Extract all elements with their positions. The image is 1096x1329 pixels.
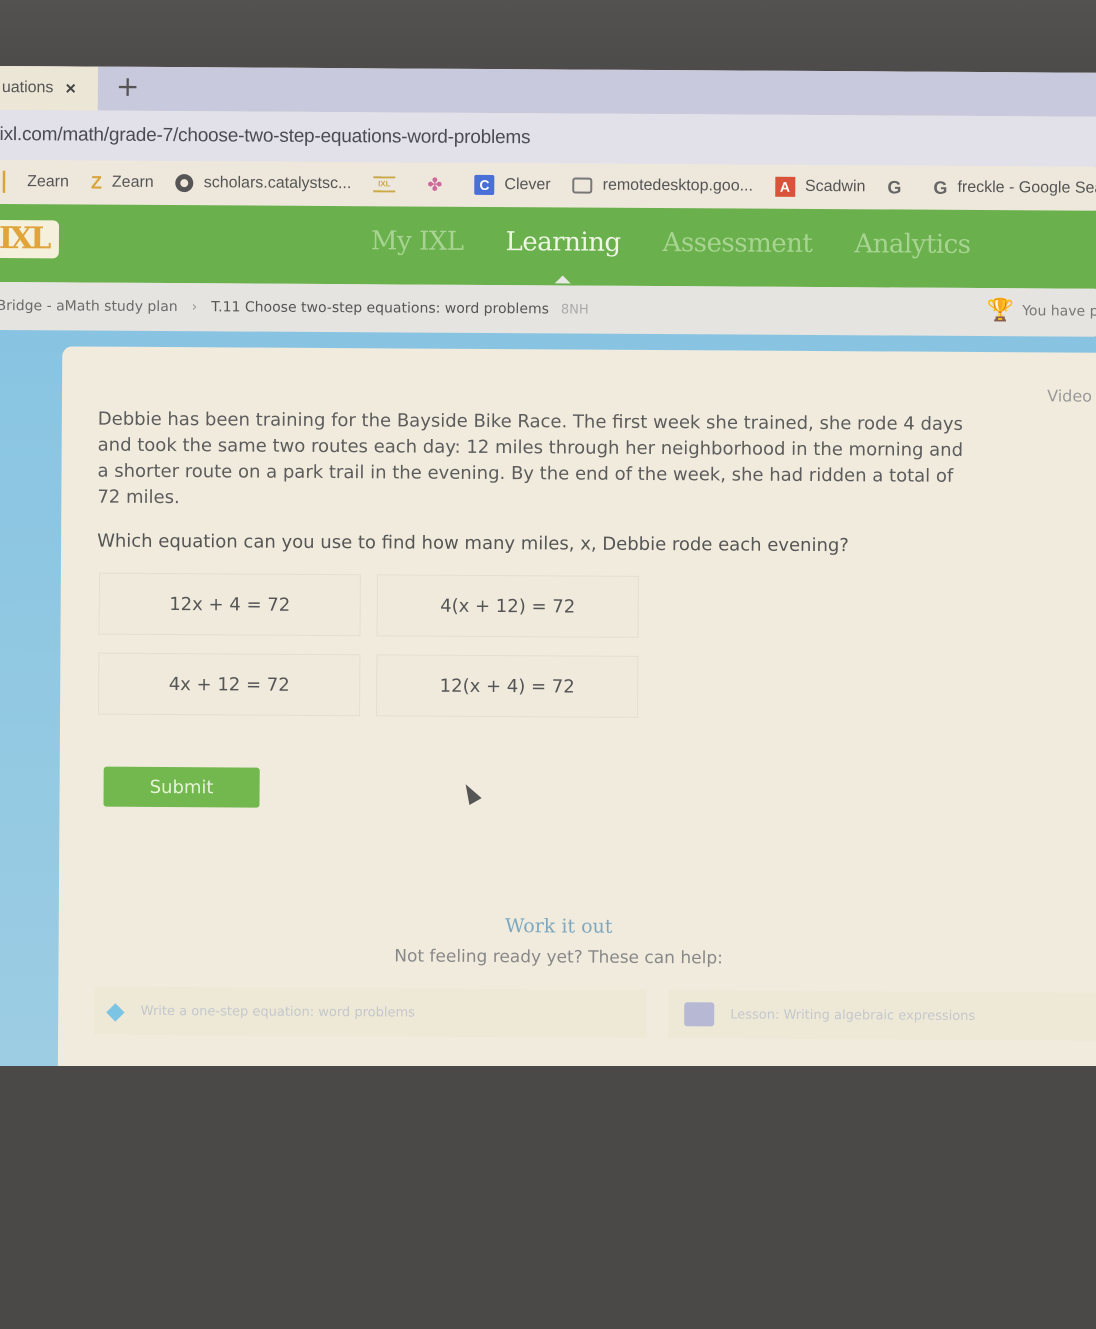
- answer-choice[interactable]: 12(x + 4) = 72: [376, 654, 639, 718]
- trophy-icon: 🏆: [986, 298, 1015, 324]
- main-nav: My IXL Learning Assessment Analytics: [371, 226, 1013, 284]
- monitor-bezel-bottom: [0, 1066, 1096, 1329]
- nav-assessment[interactable]: Assessment: [662, 228, 812, 259]
- clever-icon: C: [474, 174, 495, 196]
- close-tab-icon[interactable]: ×: [65, 78, 76, 99]
- help-resource-label: Write a one-step equation: word problems: [140, 1003, 415, 1021]
- ixl-icon: IXL: [373, 176, 396, 193]
- question-card: Video Debbie has been training for the B…: [57, 346, 1096, 1073]
- remote-desktop-icon: [572, 177, 593, 194]
- globe-icon: [175, 174, 194, 193]
- nav-label: Analytics: [854, 229, 971, 260]
- bookmark-pinwheel[interactable]: ✤: [427, 174, 452, 195]
- browser-tab[interactable]: uations ×: [0, 66, 98, 111]
- zearn-icon: Z: [90, 172, 102, 193]
- bookmark-label: Scadwin: [804, 177, 866, 196]
- help-resource-skill[interactable]: ◆ Write a one-step equation: word proble…: [94, 986, 647, 1038]
- bookmark-remotedesktop[interactable]: remotedesktop.goo...: [572, 176, 754, 196]
- award-notice[interactable]: 🏆 You have p: [987, 298, 1096, 324]
- pinwheel-icon: ✤: [427, 174, 443, 195]
- breadcrumb-study-plan[interactable]: Bridge - aMath study plan: [0, 298, 178, 315]
- breadcrumb: Bridge - aMath study plan › T.11 Choose …: [0, 281, 1096, 337]
- bookmark-zearn-1[interactable]: ▏ Zearn: [3, 172, 69, 193]
- problem-text: Debbie has been training for the Bayside…: [97, 408, 964, 509]
- work-it-out-title: Work it out: [504, 915, 613, 938]
- nav-label: Assessment: [662, 228, 813, 259]
- bookmark-scholars[interactable]: scholars.catalystsc...: [175, 174, 352, 193]
- ixl-header: IXL My IXL Learning Assessment Analytics: [0, 203, 1096, 289]
- nav-analytics[interactable]: Analytics: [854, 229, 970, 260]
- lesson-icon: [684, 1002, 715, 1027]
- bookmark-google[interactable]: G: [887, 177, 911, 198]
- answer-choice[interactable]: 4(x + 12) = 72: [376, 574, 639, 638]
- nav-my-ixl[interactable]: My IXL: [371, 226, 464, 257]
- award-text: You have p: [1022, 302, 1096, 320]
- nav-label: Learning: [505, 227, 621, 258]
- tab-strip: uations × +: [0, 66, 1096, 117]
- mouse-cursor-icon: [459, 780, 482, 806]
- new-tab-button[interactable]: +: [116, 70, 140, 103]
- practice-area: Video Debbie has been training for the B…: [0, 329, 1096, 1077]
- bookmark-scadwin[interactable]: A Scadwin: [774, 176, 866, 198]
- bookmark-zearn-2[interactable]: Z Zearn: [91, 172, 154, 193]
- diamond-icon: ◆: [106, 996, 125, 1025]
- skill-code: 8NH: [560, 301, 589, 318]
- url-text[interactable]: ixl.com/math/grade-7/choose-two-step-equ…: [0, 124, 530, 149]
- google-icon: G: [887, 176, 902, 198]
- bookmark-clever[interactable]: C Clever: [474, 174, 551, 196]
- nav-learning[interactable]: Learning: [505, 227, 621, 284]
- monitor-bezel-top: [0, 0, 1096, 74]
- answer-choices: 12x + 4 = 72 4(x + 12) = 72 4x + 12 = 72…: [98, 572, 639, 718]
- ixl-logo[interactable]: IXL: [0, 219, 60, 259]
- answer-choice[interactable]: 12x + 4 = 72: [98, 572, 361, 637]
- scadwin-icon: A: [774, 176, 796, 197]
- chevron-right-icon: ›: [191, 299, 198, 316]
- bookmark-label: freckle - Google Sea...: [957, 178, 1096, 197]
- bookmark-label: scholars.catalystsc...: [203, 174, 352, 193]
- address-bar[interactable]: ixl.com/math/grade-7/choose-two-step-equ…: [0, 109, 1096, 167]
- help-resource-label: Lesson: Writing algebraic expressions: [730, 1006, 976, 1024]
- bookmark-ixl[interactable]: IXL: [373, 176, 405, 193]
- submit-button[interactable]: Submit: [103, 766, 260, 808]
- tab-title: uations: [1, 79, 54, 97]
- help-resource-lesson[interactable]: Lesson: Writing algebraic expressions: [668, 990, 1096, 1041]
- bookmark-label: Zearn: [111, 173, 154, 191]
- question-text: Which equation can you use to find how m…: [97, 530, 849, 557]
- bookmark-freckle[interactable]: G freckle - Google Sea...: [933, 177, 1096, 199]
- work-it-out-subtitle: Not feeling ready yet? These can help:: [394, 946, 723, 969]
- breadcrumb-skill: T.11 Choose two-step equations: word pro…: [211, 299, 549, 318]
- answer-choice[interactable]: 4x + 12 = 72: [98, 652, 361, 717]
- active-indicator: [554, 275, 571, 284]
- bookmarks-bar: ▏ Zearn Z Zearn scholars.catalystsc... I…: [0, 159, 1096, 211]
- nav-label: My IXL: [370, 226, 464, 257]
- video-link[interactable]: Video: [1047, 386, 1092, 405]
- bookmark-label: Clever: [504, 176, 551, 194]
- google-icon: G: [933, 177, 948, 198]
- bookmark-label: remotedesktop.goo...: [602, 176, 754, 195]
- zearn-icon: ▏: [3, 171, 18, 192]
- bookmark-label: Zearn: [27, 173, 69, 191]
- browser-window: uations × + ixl.com/math/grade-7/choose-…: [0, 66, 1096, 1077]
